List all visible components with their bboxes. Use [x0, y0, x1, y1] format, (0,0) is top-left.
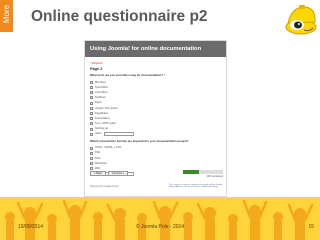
progress-indicator: 40% completed [183, 170, 223, 178]
checkbox[interactable] [90, 117, 93, 121]
option-label: FrameMaker [95, 116, 110, 120]
option-label: OpenOffice [95, 85, 109, 89]
checkbox[interactable] [90, 146, 93, 150]
powered-by-google-forms: Powered by Google Forms [90, 184, 119, 188]
side-label-bar: More [0, 0, 13, 32]
checkbox[interactable] [90, 106, 93, 110]
progress-label: 40% completed [206, 175, 223, 178]
form-actions: « Back Continue » [90, 171, 129, 176]
option-label: PDF [95, 151, 101, 155]
other-text-input[interactable] [104, 132, 135, 137]
question-1-text: What tools are you currently using for d… [90, 73, 165, 78]
checkbox[interactable] [90, 151, 93, 155]
checkbox[interactable] [90, 96, 93, 100]
back-button[interactable]: « Back [90, 171, 106, 176]
form-footer-right: This content is neither created nor endo… [169, 184, 223, 188]
required-note: * Required [90, 62, 103, 65]
slide-title: Online questionnaire p2 [31, 8, 208, 25]
side-label: More [2, 4, 11, 24]
option-row[interactable]: Other: [90, 132, 221, 137]
option-label: DocBook [95, 96, 106, 100]
checkbox[interactable] [90, 127, 93, 131]
progress-fill [183, 170, 199, 174]
option-label: LibreOffice [95, 90, 108, 94]
joomla-mascot-icon [285, 5, 317, 35]
crowd-footer-strip [0, 197, 320, 240]
checkbox[interactable] [90, 80, 93, 84]
option-label: Text / HTML editor [95, 122, 117, 126]
checkbox[interactable] [90, 167, 93, 171]
question-1-options: MS Word OpenOffice LibreOffice DocBook P… [90, 80, 221, 137]
option-label: HTML / XHTML + CSS [95, 146, 122, 150]
checkbox[interactable] [90, 86, 93, 90]
checkbox[interactable] [90, 132, 93, 136]
page-number: 15 [308, 224, 314, 230]
crowd-silhouette-icon [5, 199, 314, 240]
checkbox[interactable] [90, 91, 93, 95]
checkbox[interactable] [90, 101, 93, 105]
continue-button[interactable]: Continue » [107, 171, 129, 176]
question-2-text: Which presentation formats are important… [90, 138, 189, 143]
checkbox[interactable] [90, 122, 93, 126]
option-label: MS Word [95, 80, 106, 84]
option-label: Paper [95, 101, 102, 105]
page-label: Page 2 [90, 66, 103, 71]
form-header-title: Using Joomla! for online documentation [85, 41, 226, 57]
footer-copyright: © Joomla Pole - 2014 [135, 224, 185, 230]
form-body: * Required Page 2 What tools are you cur… [85, 57, 226, 177]
option-label: DOC [95, 156, 101, 160]
option-label: Nothing yet [95, 127, 109, 131]
option-label: oXygen XML Author [95, 106, 118, 110]
option-label: PageMaker [95, 111, 109, 115]
form-footer: Powered by Google Forms This content is … [90, 184, 223, 188]
progress-track [183, 170, 223, 174]
footer-links[interactable]: Report Abuse - Terms of Service - Additi… [169, 186, 223, 188]
questionnaire-screenshot: Using Joomla! for online documentation *… [84, 40, 227, 197]
checkbox[interactable] [90, 112, 93, 115]
checkbox[interactable] [90, 156, 93, 160]
option-label: Other: [95, 132, 103, 136]
option-label: Markdown [95, 161, 107, 165]
checkbox[interactable] [90, 162, 93, 166]
